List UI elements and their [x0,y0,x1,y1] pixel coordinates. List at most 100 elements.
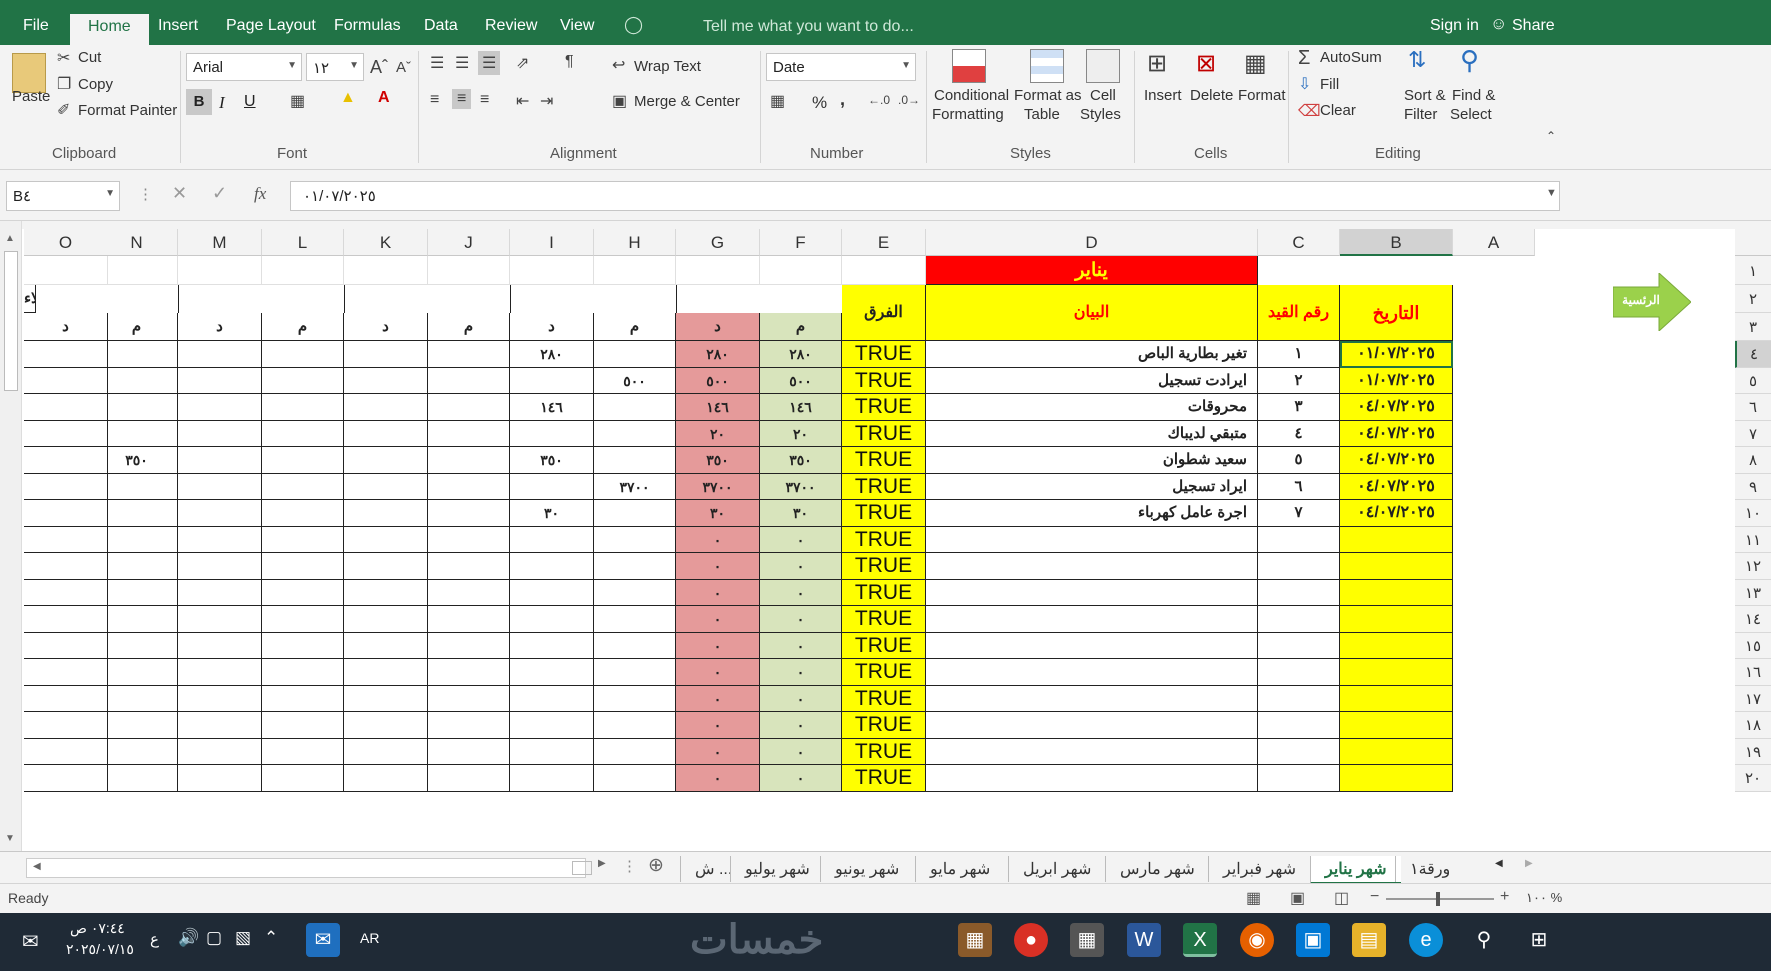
fill-color-icon[interactable]: ▲ [340,89,356,107]
date-cell[interactable]: ٠٤/٠٧/٢٠٢٥ [1340,447,1453,474]
copy-button[interactable]: Copy [78,76,113,93]
bank-credit-cell[interactable] [344,367,428,394]
cell[interactable] [594,256,676,285]
shrink-font-icon[interactable]: Aˇ [396,59,411,76]
total-debit-cell[interactable]: ٠ [760,685,842,712]
date-cell[interactable] [1340,553,1453,580]
bank-debit-cell[interactable] [428,632,510,659]
debtors-debit-cell[interactable] [96,500,178,527]
row-header[interactable]: ١٣ [1735,579,1771,606]
total-debit-cell[interactable]: ١٤٦ [760,394,842,421]
font-size-select[interactable]: ١٢ ▼ [306,53,364,81]
goods-credit-cell[interactable] [178,765,262,792]
network-icon[interactable]: ▢ [206,928,222,948]
row-header[interactable]: ٣ [1735,313,1771,341]
column-header-g[interactable]: G [676,229,760,256]
difference-cell[interactable]: TRUE [842,447,926,474]
row-header[interactable]: ٢ [1735,285,1771,313]
underline-button[interactable]: U [244,93,256,111]
orientation-icon[interactable]: ⇗ [516,53,529,73]
total-credit-cell[interactable]: ٠ [676,712,760,739]
total-credit-cell[interactable]: ١٤٦ [676,394,760,421]
horizontal-scrollbar[interactable]: ◀ [26,858,592,878]
cell[interactable] [842,256,926,285]
sheet-tab-march[interactable]: شهر مارس [1105,856,1209,882]
cash-credit-cell[interactable] [510,765,594,792]
goods-credit-cell[interactable] [178,526,262,553]
total-debit-cell[interactable]: ٠ [760,765,842,792]
font-name-select[interactable]: Arial ▼ [186,53,302,81]
normal-view-icon[interactable]: ▦ [1246,888,1261,908]
date-cell[interactable]: ٠٤/٠٧/٢٠٢٥ [1340,420,1453,447]
column-header-j[interactable]: J [428,229,510,256]
cash-debit-cell[interactable] [594,632,676,659]
goods-debit-cell[interactable] [262,606,344,633]
cash-debit-cell[interactable] [594,526,676,553]
sheet-tab-july[interactable]: شهر يوليو [730,856,824,882]
date-cell[interactable] [1340,685,1453,712]
cash-debit-cell[interactable] [594,394,676,421]
excel-icon[interactable]: X [1183,923,1217,957]
row-header[interactable]: ١٧ [1735,685,1771,712]
statement-cell[interactable]: ايرادت تسجيل [926,367,1258,394]
bank-debit-cell[interactable] [428,765,510,792]
goods-credit-cell[interactable] [178,712,262,739]
page-break-view-icon[interactable]: ◫ [1334,888,1349,908]
edge-icon[interactable]: e [1409,923,1443,957]
total-debit-cell[interactable]: ٠ [760,606,842,633]
tab-data[interactable]: Data [424,17,458,35]
goods-debit-cell[interactable] [262,341,344,368]
calculator-icon[interactable]: ▦ [1070,923,1104,957]
date-cell[interactable] [1340,738,1453,765]
cash-debit-cell[interactable] [594,420,676,447]
entry-no-cell[interactable] [1258,738,1340,765]
scroll-thumb[interactable] [4,251,18,391]
store-icon[interactable]: ▣ [1296,923,1330,957]
goods-credit-cell[interactable] [178,738,262,765]
total-credit-cell[interactable]: ٥٠٠ [676,367,760,394]
tab-view[interactable]: View [560,17,594,35]
entry-no-cell[interactable] [1258,606,1340,633]
statement-cell[interactable] [926,526,1258,553]
bold-button[interactable]: B [186,89,212,115]
debtors-debit-cell[interactable] [96,738,178,765]
difference-cell[interactable]: TRUE [842,341,926,368]
goods-credit-cell[interactable] [178,473,262,500]
cash-debit-cell[interactable] [594,553,676,580]
goods-debit-cell[interactable] [262,632,344,659]
entry-no-cell[interactable]: ٤ [1258,420,1340,447]
statement-cell[interactable] [926,738,1258,765]
cash-debit-cell[interactable] [594,341,676,368]
goods-debit-cell[interactable] [262,765,344,792]
total-debit-cell[interactable]: ٠ [760,738,842,765]
header-entry-no[interactable]: رقم القيد [1258,285,1340,341]
comma-style-button[interactable]: , [840,89,845,110]
sign-in-link[interactable]: Sign in [1430,17,1479,35]
number-format-select[interactable]: Date ▼ [766,53,916,81]
bank-credit-cell[interactable] [344,500,428,527]
bank-debit-cell[interactable] [428,606,510,633]
goods-credit-cell[interactable] [178,394,262,421]
row-header[interactable]: ١٥ [1735,632,1771,659]
row-header[interactable]: ١٩ [1735,738,1771,765]
row-header[interactable]: ١١ [1735,526,1771,553]
row-header[interactable]: ١٢ [1735,553,1771,580]
header-cash[interactable]: ح/ الصندوق [510,285,511,313]
cash-credit-cell[interactable] [510,606,594,633]
cash-credit-cell[interactable] [510,473,594,500]
debtors-debit-cell[interactable] [96,367,178,394]
column-header-b[interactable]: B [1340,229,1453,256]
goods-credit-cell[interactable] [178,420,262,447]
debtors-credit-cell[interactable] [24,447,108,474]
cash-debit-cell[interactable] [594,738,676,765]
total-debit-cell[interactable]: ٥٠٠ [760,367,842,394]
difference-cell[interactable]: TRUE [842,579,926,606]
goods-debit-cell[interactable] [262,500,344,527]
goods-credit-cell[interactable] [178,632,262,659]
page-layout-view-icon[interactable]: ▣ [1290,888,1305,908]
debtors-credit-cell[interactable] [24,606,108,633]
decrease-decimal-icon[interactable]: .0→ [898,93,920,107]
entry-no-cell[interactable]: ٧ [1258,500,1340,527]
sort-filter-button[interactable]: Sort & [1404,87,1446,104]
goods-credit-cell[interactable] [178,606,262,633]
